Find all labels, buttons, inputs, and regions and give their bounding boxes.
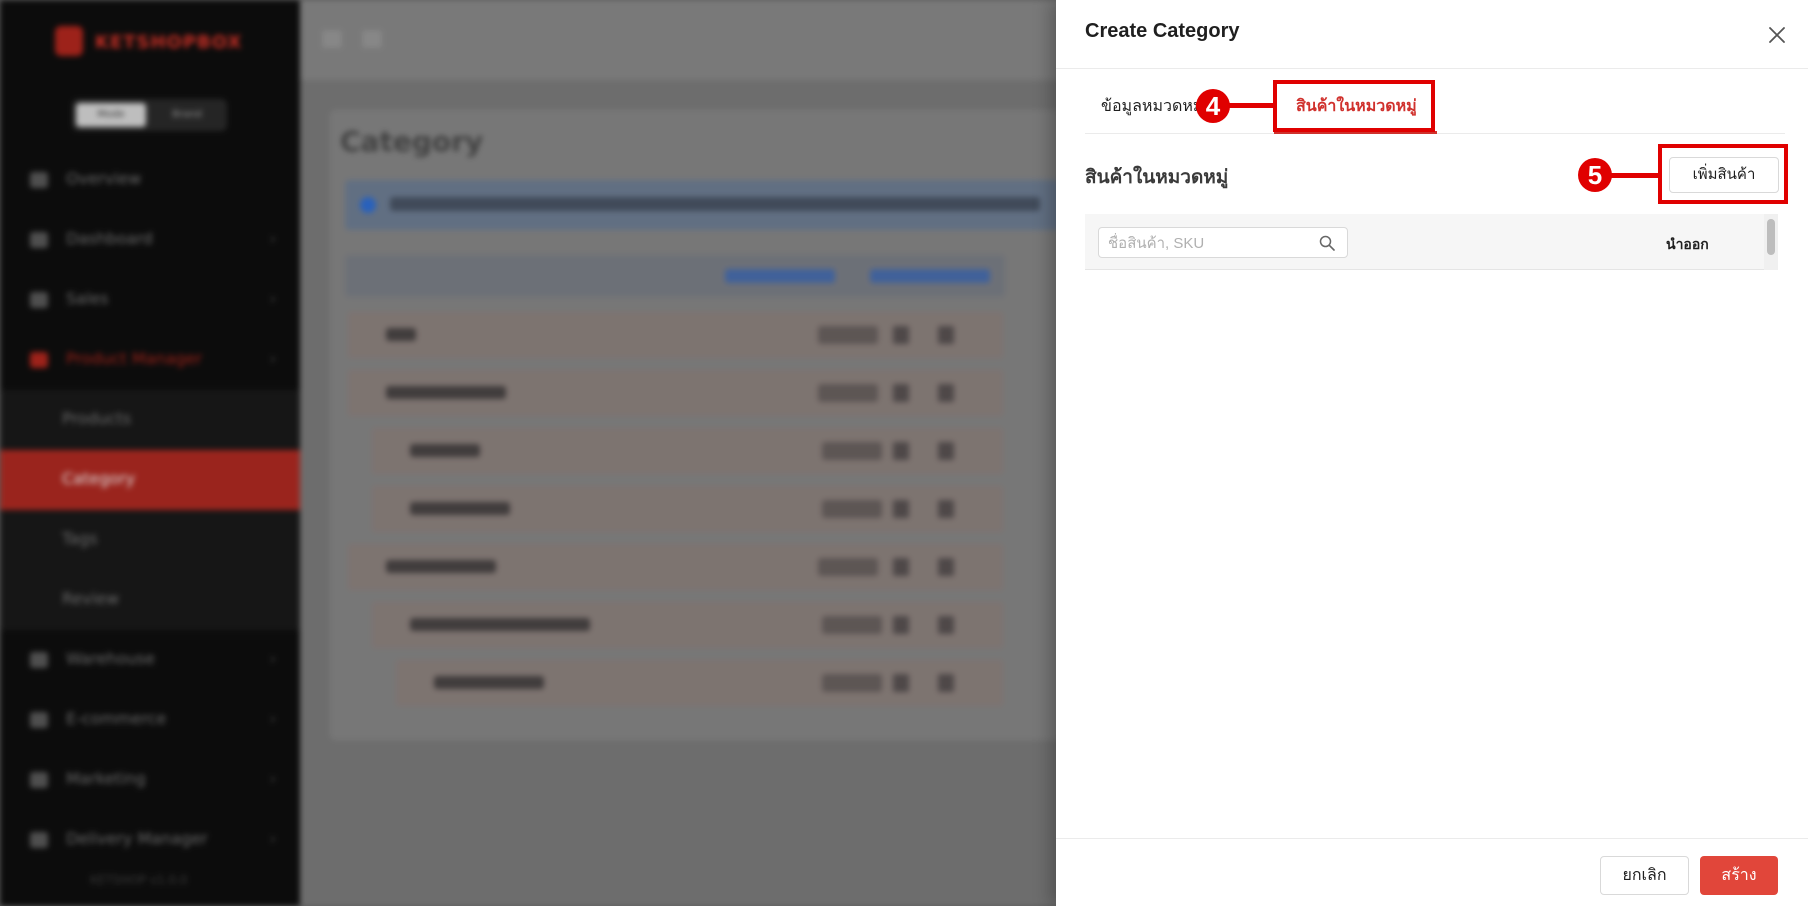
product-table-header: นำออก xyxy=(1085,214,1766,270)
product-search-field[interactable] xyxy=(1098,227,1348,258)
callout-highlight-add-button xyxy=(1658,144,1788,204)
close-icon xyxy=(1769,27,1785,43)
drawer-tabs: ข้อมูลหมวดหมู่ สินค้าในหมวดหมู่ xyxy=(1085,70,1785,134)
modal-backdrop[interactable] xyxy=(0,0,1056,906)
search-icon[interactable] xyxy=(1319,235,1335,251)
callout-number-4: 4 xyxy=(1196,89,1230,123)
column-header-remove: นำออก xyxy=(1666,236,1709,252)
scrollbar-thumb[interactable] xyxy=(1767,219,1775,255)
create-button[interactable]: สร้าง xyxy=(1700,856,1778,895)
tab-category-info[interactable]: ข้อมูลหมวดหมู่ xyxy=(1101,94,1206,119)
close-button[interactable] xyxy=(1766,24,1788,46)
cancel-button[interactable]: ยกเลิก xyxy=(1600,856,1689,895)
table-scrollbar[interactable] xyxy=(1764,214,1778,270)
drawer-footer: ยกเลิก สร้าง xyxy=(1056,838,1808,906)
callout-highlight-tab xyxy=(1273,80,1435,132)
callout-number-5: 5 xyxy=(1578,158,1612,192)
drawer-title: Create Category xyxy=(1085,20,1240,42)
create-category-drawer: Create Category ข้อมูลหมวดหมู่ สินค้าในห… xyxy=(1056,0,1808,906)
section-title: สินค้าในหมวดหมู่ xyxy=(1085,167,1229,188)
drawer-header: Create Category xyxy=(1056,0,1808,69)
product-search-input[interactable] xyxy=(1108,233,1308,253)
